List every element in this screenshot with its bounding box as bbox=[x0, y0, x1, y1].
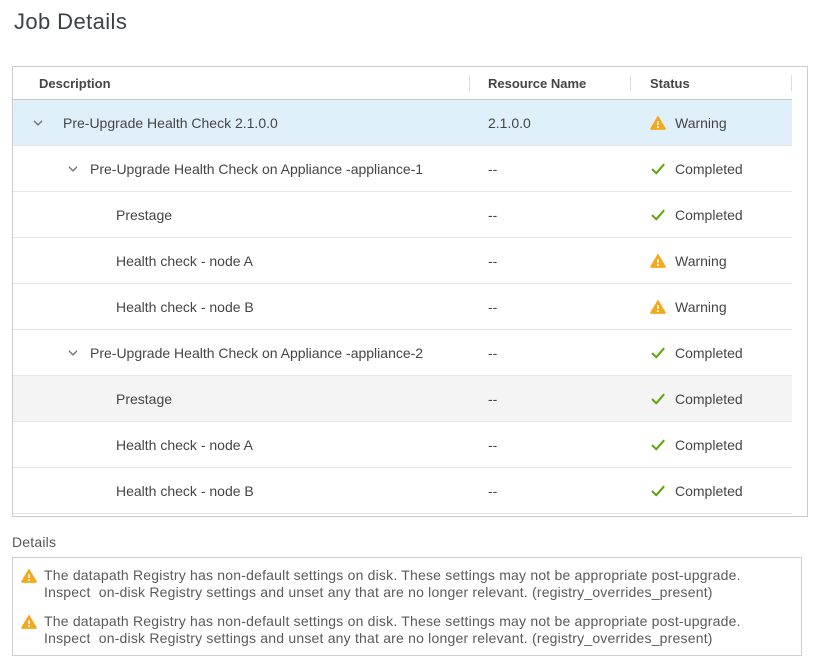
status-text: Completed bbox=[675, 483, 743, 499]
warning-icon bbox=[650, 299, 666, 315]
status-text: Completed bbox=[675, 345, 743, 361]
table-body: Pre-Upgrade Health Check 2.1.0.0 2.1.0.0… bbox=[13, 100, 807, 514]
description-text: Health check - node A bbox=[13, 253, 253, 269]
resource-name-cell: -- bbox=[470, 376, 631, 421]
status-cell: Completed bbox=[631, 146, 792, 191]
table-row[interactable]: Pre-Upgrade Health Check on Appliance -a… bbox=[13, 330, 792, 376]
status-cell: Completed bbox=[631, 376, 792, 421]
completed-icon bbox=[650, 391, 666, 407]
description-cell: Pre-Upgrade Health Check 2.1.0.0 bbox=[13, 100, 470, 145]
resource-name-cell: -- bbox=[470, 330, 631, 375]
description-text: Prestage bbox=[13, 207, 172, 223]
status-cell: Warning bbox=[631, 238, 792, 283]
description-cell: Health check - node B bbox=[13, 284, 470, 329]
table-row[interactable]: Health check - node A -- Completed bbox=[13, 422, 792, 468]
jobs-table: Description Resource Name Status Pre-Upg… bbox=[12, 66, 808, 517]
description-cell: Pre-Upgrade Health Check on Appliance -a… bbox=[13, 146, 470, 191]
status-cell: Completed bbox=[631, 192, 792, 237]
description-cell: Pre-Upgrade Health Check on Appliance -a… bbox=[13, 330, 470, 375]
status-text: Completed bbox=[675, 391, 743, 407]
detail-message: The datapath Registry has non-default se… bbox=[21, 567, 793, 601]
chevron-down-icon[interactable] bbox=[31, 116, 45, 130]
table-header: Description Resource Name Status bbox=[13, 67, 792, 100]
detail-message: The datapath Registry has non-default se… bbox=[21, 613, 793, 647]
status-cell: Warning bbox=[631, 284, 792, 329]
table-row[interactable]: Pre-Upgrade Health Check 2.1.0.0 2.1.0.0… bbox=[13, 100, 792, 146]
completed-icon bbox=[650, 345, 666, 361]
chevron-down-icon[interactable] bbox=[66, 162, 80, 176]
description-text: Health check - node A bbox=[13, 437, 253, 453]
resource-name-cell: -- bbox=[470, 146, 631, 191]
description-cell: Health check - node A bbox=[13, 238, 470, 283]
warning-icon bbox=[21, 614, 37, 630]
status-text: Completed bbox=[675, 161, 743, 177]
column-separator bbox=[791, 75, 792, 91]
table-row[interactable]: Health check - node B -- Completed bbox=[13, 468, 792, 514]
details-label: Details bbox=[12, 534, 815, 550]
status-cell: Completed bbox=[631, 422, 792, 467]
description-text: Health check - node B bbox=[13, 483, 254, 499]
job-details-page: Job Details Description Resource Name St… bbox=[0, 0, 815, 656]
resource-name-cell: 2.1.0.0 bbox=[470, 100, 631, 145]
table-row[interactable]: Prestage -- Completed bbox=[13, 376, 792, 422]
completed-icon bbox=[650, 161, 666, 177]
details-panel: The datapath Registry has non-default se… bbox=[12, 557, 802, 656]
status-text: Warning bbox=[675, 253, 727, 269]
status-text: Warning bbox=[675, 115, 727, 131]
column-header-description: Description bbox=[13, 67, 469, 99]
table-row[interactable]: Health check - node B -- Warning bbox=[13, 284, 792, 330]
table-row[interactable]: Health check - node A -- Warning bbox=[13, 238, 792, 284]
detail-message-text: The datapath Registry has non-default se… bbox=[44, 613, 741, 647]
resource-name-cell: -- bbox=[470, 422, 631, 467]
completed-icon bbox=[650, 207, 666, 223]
description-cell: Health check - node B bbox=[13, 468, 470, 513]
resource-name-cell: -- bbox=[470, 238, 631, 283]
status-cell: Completed bbox=[631, 468, 792, 513]
description-text: Prestage bbox=[13, 391, 172, 407]
warning-icon bbox=[650, 115, 666, 131]
description-cell: Prestage bbox=[13, 376, 470, 421]
detail-message-text: The datapath Registry has non-default se… bbox=[44, 567, 741, 601]
description-text: Health check - node B bbox=[13, 299, 254, 315]
description-cell: Health check - node A bbox=[13, 422, 470, 467]
status-cell: Warning bbox=[631, 100, 792, 145]
table-row[interactable]: Pre-Upgrade Health Check on Appliance -a… bbox=[13, 146, 792, 192]
warning-icon bbox=[650, 253, 666, 269]
status-text: Completed bbox=[675, 437, 743, 453]
resource-name-cell: -- bbox=[470, 284, 631, 329]
warning-icon bbox=[21, 568, 37, 584]
page-title: Job Details bbox=[14, 9, 815, 35]
status-cell: Completed bbox=[631, 330, 792, 375]
resource-name-cell: -- bbox=[470, 468, 631, 513]
description-cell: Prestage bbox=[13, 192, 470, 237]
status-text: Warning bbox=[675, 299, 727, 315]
chevron-down-icon[interactable] bbox=[66, 346, 80, 360]
description-text: Pre-Upgrade Health Check 2.1.0.0 bbox=[13, 115, 278, 131]
column-header-resource-name: Resource Name bbox=[470, 67, 630, 99]
completed-icon bbox=[650, 437, 666, 453]
resource-name-cell: -- bbox=[470, 192, 631, 237]
column-header-status: Status bbox=[631, 67, 791, 99]
completed-icon bbox=[650, 483, 666, 499]
table-row[interactable]: Prestage -- Completed bbox=[13, 192, 792, 238]
status-text: Completed bbox=[675, 207, 743, 223]
